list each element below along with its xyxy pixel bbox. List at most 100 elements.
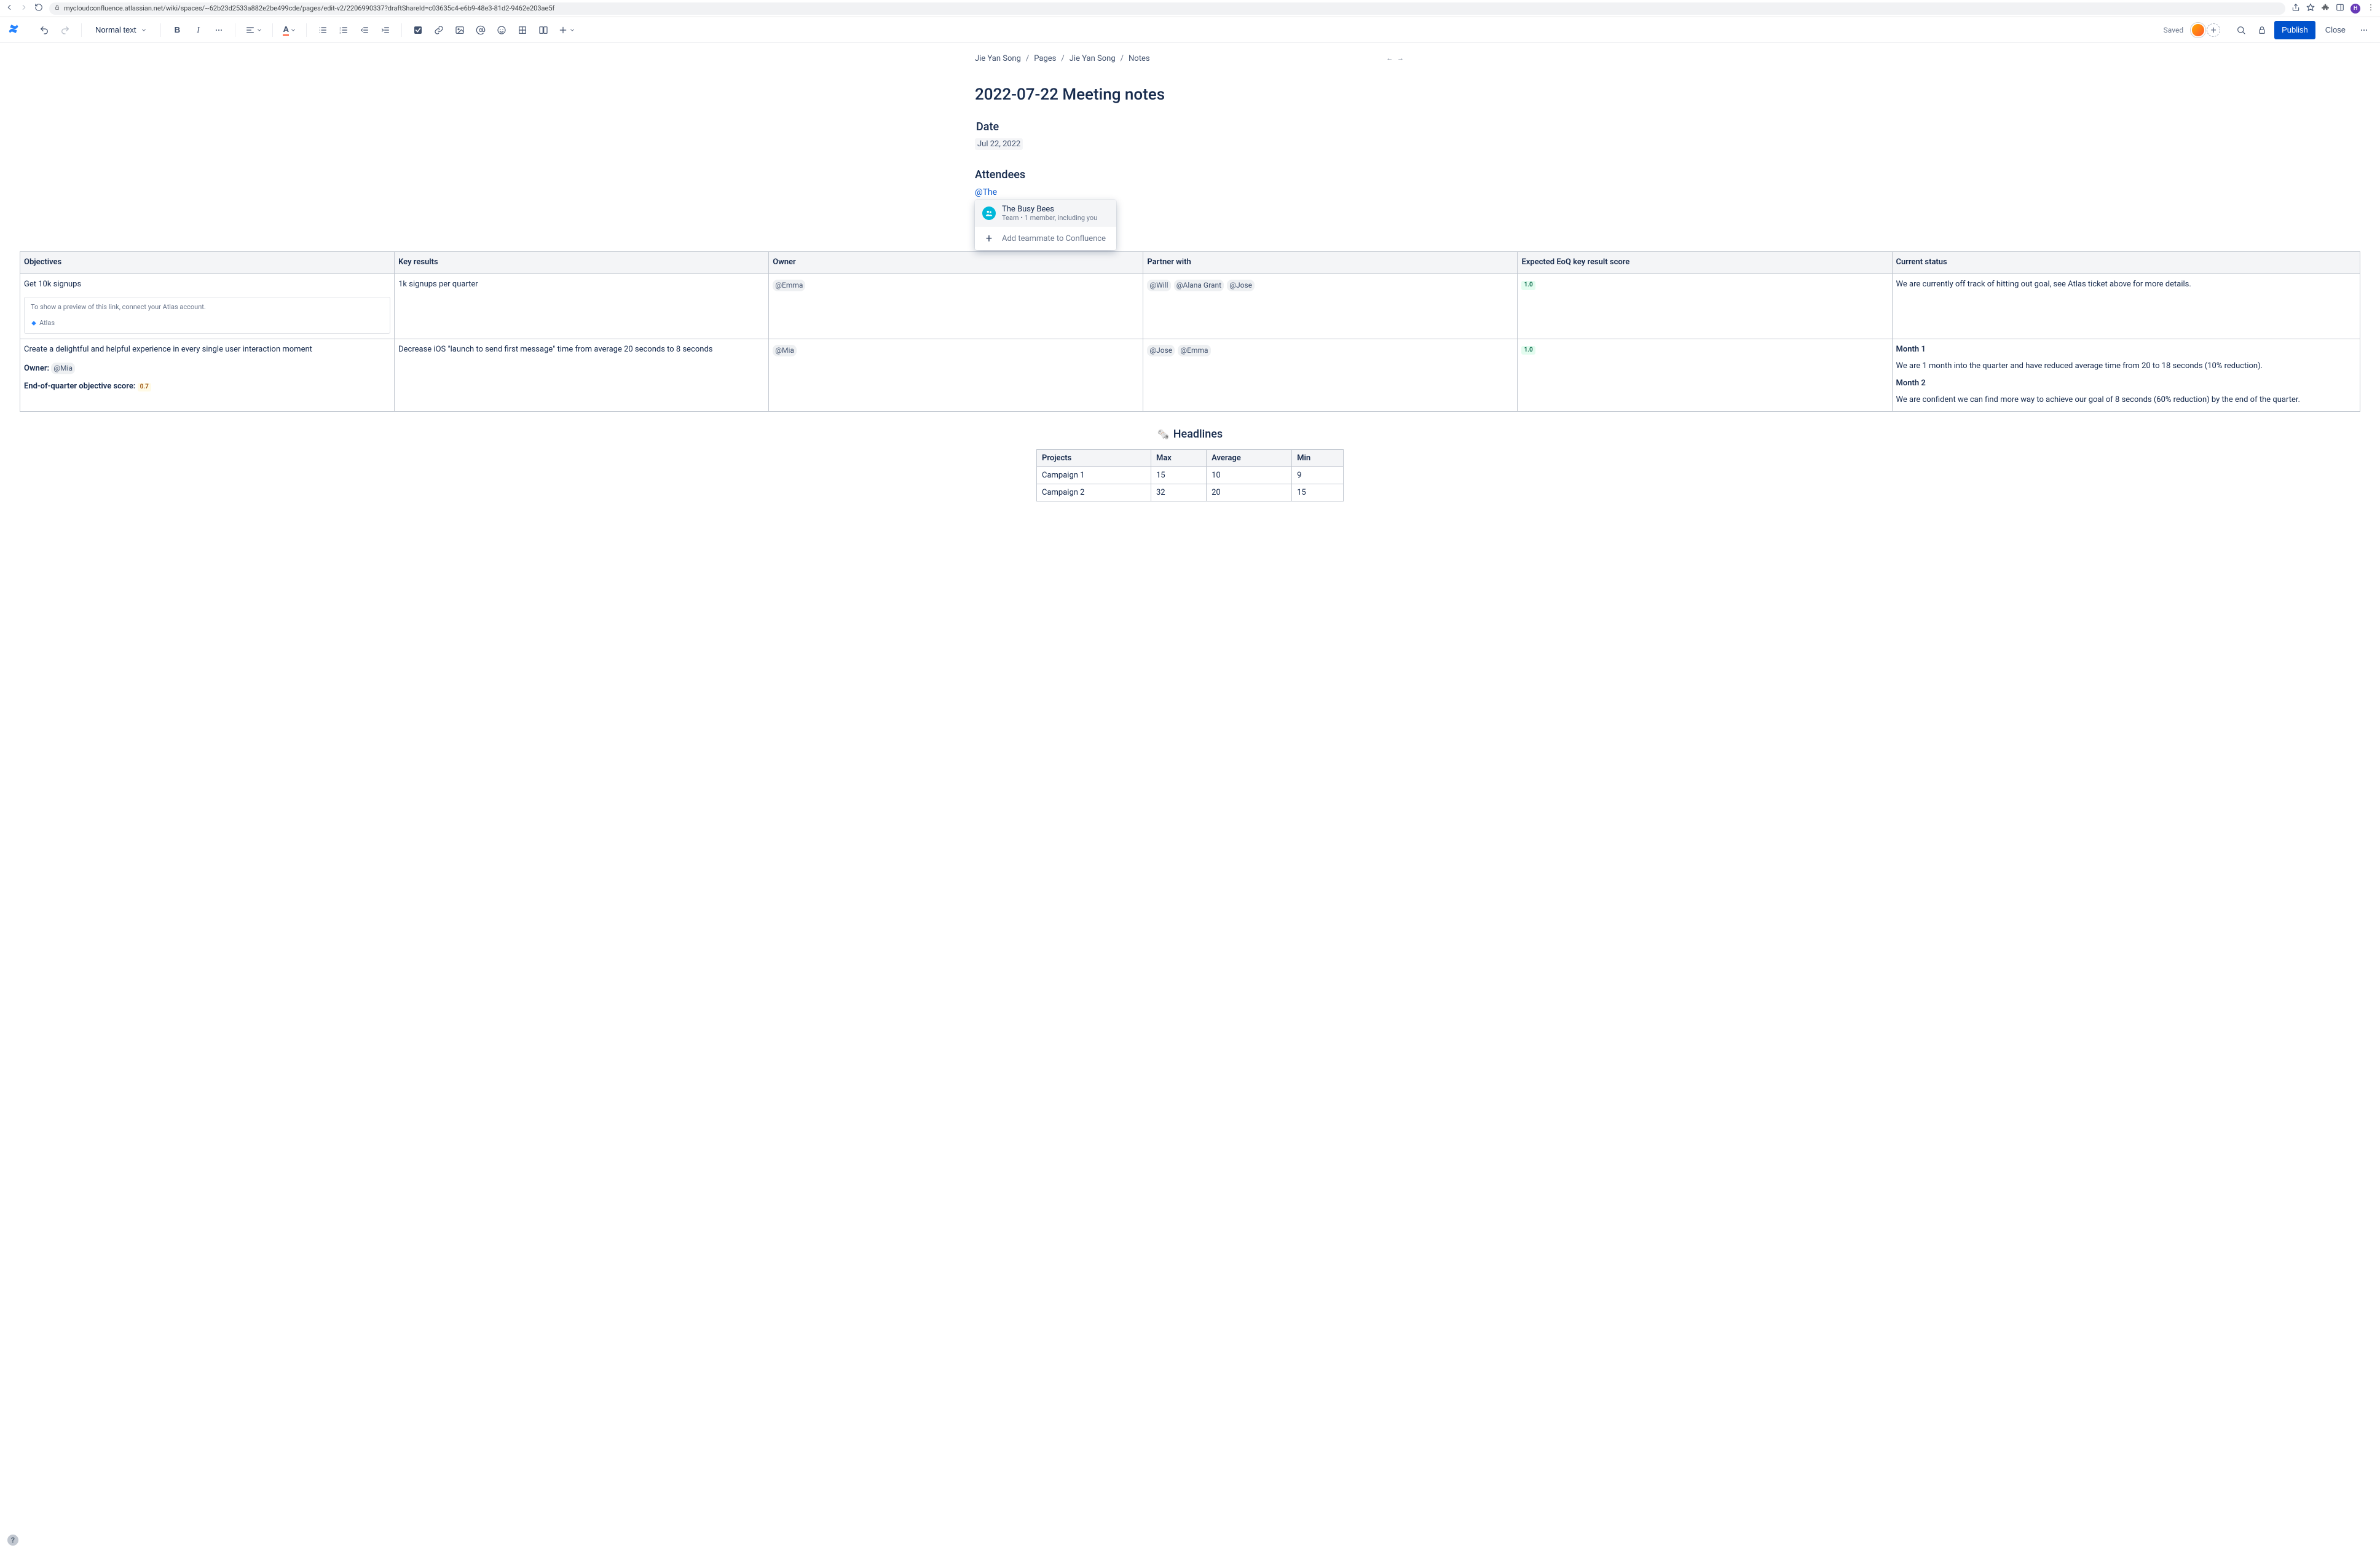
add-teammate-action[interactable]: + Add teammate to Confluence	[975, 227, 1116, 250]
outdent-button[interactable]	[356, 22, 373, 39]
objective-text: Get 10k signups	[24, 279, 390, 291]
emoji-button[interactable]	[493, 22, 510, 39]
breadcrumb-link[interactable]: Notes	[1129, 54, 1150, 63]
key-result-cell: 1k signups per quarter	[395, 274, 769, 339]
objective-text: Create a delightful and helpful experien…	[24, 344, 390, 356]
layouts-button[interactable]	[535, 22, 552, 39]
star-icon[interactable]	[2306, 3, 2315, 14]
eoq-score-label: End-of-quarter objective score:	[24, 382, 135, 391]
insert-button[interactable]	[556, 22, 578, 39]
mention-chip[interactable]: @Jose	[1147, 345, 1175, 356]
page-width-toggle[interactable]: ← →	[1386, 54, 1405, 62]
mention-suggestion-sub: Team • 1 member, including you	[1002, 214, 1097, 222]
th-objectives[interactable]: Objectives	[20, 252, 395, 274]
th-max[interactable]: Max	[1151, 450, 1206, 467]
confluence-logo-icon[interactable]	[7, 23, 20, 37]
numbered-list-button[interactable]: 123	[335, 22, 352, 39]
attendees-heading: Attendees	[975, 168, 1405, 181]
mention-suggestion-title: The Busy Bees	[1002, 205, 1097, 214]
date-chip[interactable]: Jul 22, 2022	[975, 138, 1023, 150]
okr-table[interactable]: Objectives Key results Owner Partner wit…	[20, 251, 2360, 412]
bullet-list-button[interactable]	[314, 22, 331, 39]
saved-status: Saved	[2164, 26, 2183, 34]
profile-avatar[interactable]: H	[2350, 4, 2360, 14]
indent-button[interactable]	[377, 22, 394, 39]
forward-icon[interactable]	[20, 3, 28, 14]
browser-chrome: mycloudconfluence.atlassian.net/wiki/spa…	[0, 0, 2380, 17]
th-projects[interactable]: Projects	[1037, 450, 1151, 467]
table-row[interactable]: Get 10k signups To show a preview of thi…	[20, 274, 2360, 339]
mention-chip[interactable]: @Jose	[1227, 280, 1255, 291]
more-formatting-button[interactable]	[210, 22, 227, 39]
help-button[interactable]: ?	[7, 1535, 18, 1546]
alignment-button[interactable]	[243, 22, 265, 39]
breadcrumb-link[interactable]: Jie Yan Song	[975, 54, 1021, 63]
headlines-table[interactable]: Projects Max Average Min Campaign 1 15 1…	[1036, 449, 1344, 501]
atlas-link[interactable]: Atlas	[31, 318, 384, 328]
mention-popup: The Busy Bees Team • 1 member, including…	[975, 200, 1116, 250]
team-icon	[982, 206, 996, 220]
undo-button[interactable]	[36, 22, 53, 39]
mention-input[interactable]: @The	[975, 187, 1405, 197]
breadcrumb-link[interactable]: Pages	[1034, 54, 1056, 63]
kebab-icon[interactable]	[2366, 3, 2375, 14]
bold-button[interactable]: B	[168, 22, 186, 39]
th-min[interactable]: Min	[1292, 450, 1344, 467]
mention-chip[interactable]: @Emma	[1178, 345, 1210, 356]
text-color-button[interactable]: A	[280, 22, 299, 39]
mention-button[interactable]	[472, 22, 489, 39]
back-icon[interactable]	[5, 3, 14, 14]
th-key-results[interactable]: Key results	[395, 252, 769, 274]
date-heading: Date	[976, 120, 1405, 133]
th-score[interactable]: Expected EoQ key result score	[1518, 252, 1892, 274]
mention-chip[interactable]: @Will	[1147, 280, 1170, 291]
lock-icon	[54, 4, 60, 12]
add-collaborator-button[interactable]: +	[2207, 23, 2220, 37]
status-text: We are 1 month into the quarter and have…	[1896, 361, 2356, 372]
th-partner[interactable]: Partner with	[1143, 252, 1518, 274]
mention-chip[interactable]: @Mia	[773, 345, 797, 356]
extensions-icon[interactable]	[2321, 3, 2330, 14]
table-row[interactable]: Campaign 2 32 20 15	[1037, 484, 1344, 501]
reload-icon[interactable]	[34, 3, 43, 14]
italic-button[interactable]: I	[189, 22, 207, 39]
close-button[interactable]: Close	[2319, 21, 2352, 39]
mention-chip[interactable]: @Emma	[773, 280, 805, 291]
search-button[interactable]	[2232, 22, 2250, 39]
atlas-message: To show a preview of this link, connect …	[31, 303, 206, 311]
th-status[interactable]: Current status	[1892, 252, 2360, 274]
more-actions-button[interactable]	[2355, 22, 2373, 39]
mention-chip[interactable]: @Alana Grant	[1174, 280, 1224, 291]
table-row[interactable]: Create a delightful and helpful experien…	[20, 339, 2360, 411]
mention-suggestion-team[interactable]: The Busy Bees Team • 1 member, including…	[975, 200, 1116, 227]
table-button[interactable]	[514, 22, 531, 39]
score-chip[interactable]: 1.0	[1521, 281, 1535, 290]
share-icon[interactable]	[2291, 3, 2300, 14]
breadcrumb-link[interactable]: Jie Yan Song	[1070, 54, 1116, 63]
page-title[interactable]: 2022-07-22 Meeting notes	[975, 85, 1405, 104]
score-chip[interactable]: 0.7	[138, 383, 151, 392]
collaborator-avatar[interactable]	[2191, 23, 2205, 37]
score-chip[interactable]: 1.0	[1521, 346, 1535, 355]
action-item-button[interactable]	[409, 22, 427, 39]
browser-nav	[5, 3, 43, 14]
url-bar[interactable]: mycloudconfluence.atlassian.net/wiki/spa…	[49, 2, 2285, 15]
text-style-dropdown[interactable]: Normal text	[89, 22, 153, 39]
link-button[interactable]	[430, 22, 447, 39]
restrictions-button[interactable]	[2253, 22, 2271, 39]
panel-icon[interactable]	[2336, 3, 2344, 14]
table-row[interactable]: Campaign 1 15 10 9	[1037, 467, 1344, 484]
key-result-cell: Decrease iOS "launch to send first messa…	[395, 339, 769, 411]
redo-button[interactable]	[57, 22, 74, 39]
svg-text:3: 3	[339, 31, 341, 34]
url-text: mycloudconfluence.atlassian.net/wiki/spa…	[64, 4, 554, 12]
mention-chip[interactable]: @Mia	[51, 363, 75, 374]
publish-button[interactable]: Publish	[2274, 21, 2315, 39]
atlas-connect-card[interactable]: To show a preview of this link, connect …	[24, 297, 390, 334]
owner-label: Owner:	[24, 364, 49, 373]
plus-icon: +	[982, 232, 996, 245]
th-avg[interactable]: Average	[1207, 450, 1292, 467]
breadcrumb: Jie Yan Song/ Pages/ Jie Yan Song/ Notes	[975, 54, 1405, 63]
image-button[interactable]	[451, 22, 468, 39]
th-owner[interactable]: Owner	[769, 252, 1143, 274]
